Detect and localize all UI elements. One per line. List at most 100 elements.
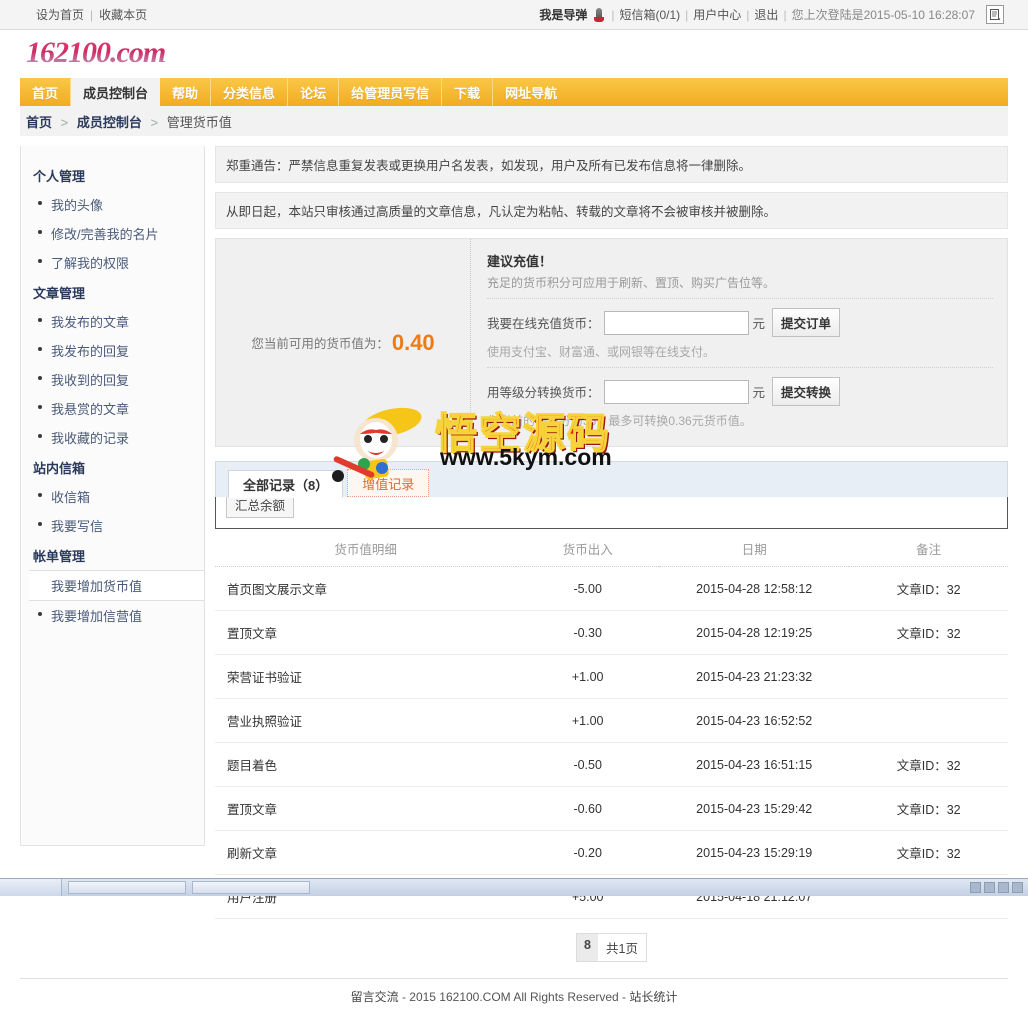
- sidebar-item-received-replies[interactable]: 我收到的回复: [21, 365, 204, 394]
- column-header-date: 日期: [659, 533, 850, 567]
- topbar-separator-2: |: [611, 7, 615, 22]
- notepad-icon[interactable]: [986, 5, 1004, 24]
- cell-amount: -0.30: [516, 610, 660, 655]
- sidebar-group-mailbox: 站内信箱: [33, 461, 86, 476]
- username-label[interactable]: 我是导弹: [539, 6, 587, 23]
- cell-note: [849, 654, 1008, 699]
- cell-detail: 刷新文章: [215, 830, 517, 875]
- topbar-separator-4: |: [746, 7, 750, 22]
- nav-item-write-admin[interactable]: 给管理员写信: [339, 78, 443, 106]
- cell-date: 2015-04-23 21:23:32: [659, 654, 850, 699]
- sidebar-item-bounty-articles[interactable]: 我悬赏的文章: [21, 394, 204, 423]
- sidebar-item-my-avatar[interactable]: 我的头像: [21, 190, 204, 219]
- cell-detail: 营业执照验证: [215, 698, 517, 743]
- sidebar-item-favorites[interactable]: 我收藏的记录: [21, 423, 204, 452]
- online-recharge-unit: 元: [752, 317, 766, 331]
- last-login-text: 您上次登陆是2015-05-10 16:28:07: [791, 8, 975, 22]
- cell-note: 文章ID：32: [849, 786, 1008, 831]
- sidebar-item-edit-profile[interactable]: 修改/完善我的名片: [21, 219, 204, 248]
- table-row: 首页图文展示文章 -5.00 2015-04-28 12:58:12 文章ID：…: [215, 566, 1008, 611]
- recharge-panel: 您当前可用的货币值为： 0.40 建议充值！ 充足的货币积分可应用于刷新、置顶、…: [215, 238, 1008, 447]
- tab-increment-records[interactable]: 增值记录: [347, 469, 430, 497]
- pagination-total: 共1页: [606, 942, 638, 956]
- recharge-subtitle: 充足的货币积分可应用于刷新、置顶、购买广告位等。: [487, 274, 993, 299]
- nav-item-home[interactable]: 首页: [20, 78, 72, 106]
- tray-icon[interactable]: [984, 882, 995, 893]
- topbar-separator-1: |: [90, 7, 94, 22]
- sidebar: 个人管理 我的头像 修改/完善我的名片 了解我的权限 文章管理 我发布的文章 我…: [20, 146, 205, 846]
- sidebar-item-add-currency[interactable]: 我要增加货币值: [29, 570, 204, 601]
- logo-bar: 162100.com: [0, 30, 1028, 78]
- bookmark-page-link[interactable]: 收藏本页: [99, 6, 147, 23]
- cell-amount: -0.60: [516, 786, 660, 831]
- cell-detail: 置顶文章: [215, 610, 517, 655]
- tray-icon[interactable]: [1012, 882, 1023, 893]
- breadcrumb: 首页 > 成员控制台 > 管理货币值: [20, 112, 232, 131]
- column-header-amount: 货币出入: [516, 533, 660, 567]
- topbar-separator-3: |: [685, 7, 689, 22]
- footer-message-link[interactable]: 留言交流: [351, 990, 399, 1004]
- ledger-table: 货币值明细 货币出入 日期 备注 首页图文展示文章 -5.00 2015-04-…: [215, 533, 1008, 919]
- site-logo[interactable]: 162100.com: [26, 36, 166, 70]
- tray-icon[interactable]: [998, 882, 1009, 893]
- table-row: 荣营证书验证 +1.00 2015-04-23 21:23:32: [215, 654, 1008, 699]
- sidebar-item-compose[interactable]: 我要写信: [21, 511, 204, 540]
- nav-item-site-nav[interactable]: 网址导航: [493, 78, 569, 106]
- tab-all-records[interactable]: 全部记录（8）: [228, 470, 344, 498]
- recharge-title: 建议充值！: [487, 254, 553, 269]
- nav-item-member-console[interactable]: 成员控制台: [71, 78, 161, 106]
- footer-copyright: - 2015 162100.COM All Rights Reserved -: [401, 990, 627, 1004]
- cell-date: 2015-04-23 16:52:52: [659, 698, 850, 743]
- mailbox-link[interactable]: 短信箱(0/1): [619, 6, 680, 23]
- convert-points-hint: 您当前的等级分为36，最多可转换0.36元货币值。: [487, 414, 752, 428]
- pagination: 8 共1页: [215, 919, 1008, 978]
- online-recharge-label: 我要在线充值货币：: [487, 317, 600, 331]
- top-utility-bar: 设为首页 | 收藏本页 我是导弹 | 短信箱(0/1) | 用户中心 | 退出 …: [0, 0, 1028, 30]
- sidebar-item-my-replies[interactable]: 我发布的回复: [21, 336, 204, 365]
- tray-icon[interactable]: [970, 882, 981, 893]
- cell-amount: +1.00: [516, 698, 660, 743]
- cell-note: 文章ID：32: [849, 610, 1008, 655]
- sidebar-item-add-credit[interactable]: 我要增加信营值: [21, 601, 204, 630]
- breadcrumb-sep-1: >: [60, 114, 69, 130]
- user-center-link[interactable]: 用户中心: [693, 6, 741, 23]
- topbar-separator-5: |: [783, 7, 787, 22]
- logout-link[interactable]: 退出: [754, 6, 778, 23]
- breadcrumb-bar: 首页 > 成员控制台 > 管理货币值: [20, 106, 1008, 136]
- submit-order-button[interactable]: 提交订单: [772, 308, 841, 337]
- nav-item-help[interactable]: 帮助: [160, 78, 212, 106]
- cell-amount: -0.50: [516, 742, 660, 787]
- nav-item-classified[interactable]: 分类信息: [211, 78, 289, 106]
- cell-note: 文章ID：32: [849, 566, 1008, 611]
- submit-convert-button[interactable]: 提交转换: [772, 377, 841, 406]
- sidebar-item-my-articles[interactable]: 我发布的文章: [21, 307, 204, 336]
- nav-item-download[interactable]: 下载: [442, 78, 494, 106]
- sidebar-item-inbox[interactable]: 收信箱: [21, 482, 204, 511]
- topbar-right-links: 我是导弹 | 短信箱(0/1) | 用户中心 | 退出 | 您上次登陆是2015…: [539, 5, 1016, 24]
- taskbar-start-button[interactable]: [0, 879, 62, 896]
- cell-detail: 题目着色: [215, 742, 517, 787]
- page-body: 个人管理 我的头像 修改/完善我的名片 了解我的权限 文章管理 我发布的文章 我…: [20, 146, 1008, 978]
- records-tab-strip: 全部记录（8） 增值记录: [215, 461, 1008, 498]
- sidebar-group-articles: 文章管理: [33, 286, 86, 301]
- taskbar-window-button[interactable]: [192, 881, 310, 894]
- breadcrumb-section[interactable]: 成员控制台: [77, 115, 142, 130]
- online-recharge-input[interactable]: [603, 310, 749, 335]
- sidebar-item-my-permissions[interactable]: 了解我的权限: [21, 248, 204, 277]
- cell-detail: 首页图文展示文章: [215, 566, 517, 611]
- breadcrumb-home[interactable]: 首页: [26, 115, 52, 130]
- nav-item-forum[interactable]: 论坛: [288, 78, 340, 106]
- set-home-link[interactable]: 设为首页: [36, 6, 84, 23]
- os-taskbar: [0, 878, 1028, 896]
- taskbar-window-button[interactable]: [68, 881, 186, 894]
- cell-detail: 荣营证书验证: [215, 654, 517, 699]
- notice-banner-1: 郑重通告：严禁信息重复发表或更换用户名发表，如发现，用户及所有已发布信息将一律删…: [215, 146, 1008, 183]
- table-row: 置顶文章 -0.30 2015-04-28 12:19:25 文章ID：32: [215, 610, 1008, 655]
- footer-stats-link[interactable]: 站长统计: [629, 990, 677, 1004]
- convert-points-label: 用等级分转换货币：: [487, 386, 600, 400]
- main-navigation: 首页 成员控制台 帮助 分类信息 论坛 给管理员写信 下载 网址导航: [20, 78, 1008, 106]
- balance-box: 您当前可用的货币值为： 0.40: [216, 239, 471, 446]
- convert-points-input[interactable]: [603, 379, 749, 404]
- balance-value: 0.40: [391, 329, 435, 355]
- pagination-box[interactable]: 8 共1页: [576, 933, 647, 962]
